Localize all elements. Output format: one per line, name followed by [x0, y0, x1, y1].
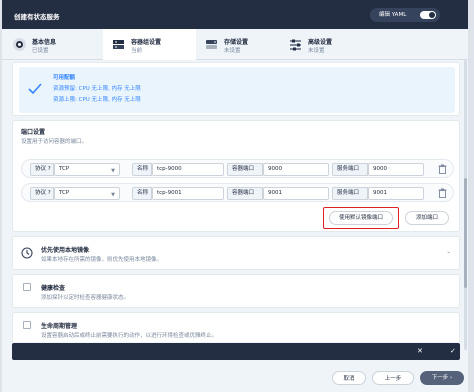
local-image-desc: 如果本地存在所需的镜像，则优先使用本地镜像。: [41, 257, 163, 263]
name-label: 名称: [132, 187, 152, 200]
health-check-desc: 添加探针以定时检查容器健康状态。: [41, 295, 130, 301]
step-name: 基本信息: [32, 39, 57, 46]
scrollbar-thumb[interactable]: [464, 178, 467, 288]
form-content: 可用配额 资源预留: CPU 无上限, 内存 无上限 资源上限: CPU 无上限…: [12, 62, 460, 342]
lifecycle-title: 生命周期管理: [41, 323, 78, 330]
modal-title: 创建有状态服务: [14, 13, 60, 21]
basic-info-icon: [13, 38, 26, 51]
port-settings-panel: 端口设置 设置用于访问容器的端口。 协议 ? TCP ▼ 名称 tcp-9000 …: [12, 120, 460, 232]
step-name: 高级设置: [308, 39, 333, 46]
edit-yaml-label: 编辑 YAML: [379, 12, 407, 18]
cancel-button[interactable]: 取消: [332, 371, 366, 385]
service-port-label: 服务端口: [332, 187, 368, 200]
port-name-input[interactable]: tcp-9001: [152, 187, 224, 200]
step-status: 已设置: [32, 48, 49, 54]
toast-bar: ✕ ✓: [12, 343, 460, 360]
port-row: 协议 ? TCP ▼ 名称 tcp-9001 容器端口 9001 服务端口 900…: [21, 183, 454, 202]
container-icon: [113, 40, 124, 49]
protocol-select[interactable]: TCP ▼: [54, 163, 120, 176]
protocol-label: 协议 ?: [30, 163, 54, 176]
check-icon: [28, 83, 42, 95]
add-port-button[interactable]: 添加端口: [405, 211, 449, 225]
lifecycle-desc: 设置容器启动后或终止前需要执行的动作，以进行环境检查或优雅终止。: [41, 333, 218, 339]
trash-icon[interactable]: [438, 188, 447, 198]
quota-panel: 可用配额 资源预留: CPU 无上限, 内存 无上限 资源上限: CPU 无上限…: [12, 62, 460, 116]
step-status: 未设置: [308, 48, 325, 54]
container-port-label: 容器端口: [227, 163, 263, 176]
name-label: 名称: [132, 163, 152, 176]
quota-title: 可用配额: [53, 75, 76, 81]
step-container-settings[interactable]: 容器组设置 当前: [103, 29, 196, 60]
port-row: 协议 ? TCP ▼ 名称 tcp-9000 容器端口 9000 服务端口 900…: [21, 159, 454, 178]
modal-footer: 取消 上一步 下一步 ›: [2, 365, 468, 392]
clock-icon: [21, 247, 33, 259]
checkbox-icon[interactable]: [23, 283, 31, 291]
protocol-select[interactable]: TCP ▼: [54, 187, 120, 200]
help-icon: ?: [47, 166, 51, 172]
step-advanced-settings[interactable]: 高级设置 未设置: [280, 29, 373, 60]
check-icon[interactable]: ✓: [450, 347, 456, 355]
container-port-input[interactable]: 9000: [263, 163, 329, 176]
close-icon[interactable]: ✕: [417, 347, 423, 355]
help-icon: ?: [47, 190, 51, 196]
expand-icon[interactable]: ⌄: [446, 249, 451, 255]
edit-yaml-toggle[interactable]: 编辑 YAML: [370, 8, 440, 22]
use-default-ports-button[interactable]: 使用默认镜像端口: [329, 211, 393, 225]
port-settings-desc: 设置用于访问容器的端口。: [21, 139, 88, 145]
prev-step-button[interactable]: 上一步: [372, 371, 414, 385]
health-check-title: 健康检查: [41, 285, 66, 292]
container-port-input[interactable]: 9001: [263, 187, 329, 200]
checkbox-icon[interactable]: [23, 321, 31, 329]
lifecycle-panel[interactable]: 生命周期管理 设置容器启动后或终止前需要执行的动作，以进行环境检查或优雅终止。: [12, 312, 460, 342]
service-port-input[interactable]: 9000: [368, 163, 424, 176]
arrow-right-icon: ›: [450, 375, 453, 381]
port-name-input[interactable]: tcp-9000: [152, 163, 224, 176]
step-basic-info[interactable]: 基本信息 已设置: [4, 29, 97, 60]
chevron-down-icon: ▼: [111, 192, 115, 198]
create-service-modal: 创建有状态服务 编辑 YAML 基本信息 已设置 容器组设置 当前 存储设置 未: [2, 0, 468, 392]
step-status: 未设置: [224, 48, 241, 54]
quota-box: 可用配额 资源预留: CPU 无上限, 内存 无上限 资源上限: CPU 无上限…: [19, 67, 455, 113]
local-image-title: 优先使用本地镜像: [41, 247, 90, 254]
service-port-label: 服务端口: [332, 163, 368, 176]
protocol-label: 协议 ?: [30, 187, 54, 200]
step-status: 当前: [131, 48, 143, 54]
step-name: 存储设置: [224, 39, 249, 46]
next-step-button[interactable]: 下一步 ›: [420, 371, 464, 385]
advanced-icon: [290, 39, 301, 51]
trash-icon[interactable]: [438, 164, 447, 174]
step-name: 容器组设置: [131, 39, 162, 46]
modal-header: 创建有状态服务 编辑 YAML: [2, 0, 468, 29]
step-storage-settings[interactable]: 存储设置 未设置: [196, 29, 289, 60]
health-check-panel[interactable]: 健康检查 添加探针以定时检查容器健康状态。: [12, 274, 460, 308]
toggle-switch-icon[interactable]: [420, 11, 436, 19]
quota-reserve: 资源预留: CPU 无上限, 内存 无上限: [53, 86, 141, 92]
quota-limit: 资源上限: CPU 无上限, 内存 无上限: [53, 97, 141, 103]
port-settings-title: 端口设置: [21, 129, 46, 136]
service-port-input[interactable]: 9001: [368, 187, 424, 200]
storage-icon: [206, 40, 217, 49]
step-bar: 基本信息 已设置 容器组设置 当前 存储设置 未设置 高级设置 未设置: [2, 29, 468, 60]
local-image-panel[interactable]: 优先使用本地镜像 如果本地存在所需的镜像，则优先使用本地镜像。 ⌄: [12, 236, 460, 270]
container-port-label: 容器端口: [227, 187, 263, 200]
chevron-down-icon: ▼: [111, 168, 115, 174]
